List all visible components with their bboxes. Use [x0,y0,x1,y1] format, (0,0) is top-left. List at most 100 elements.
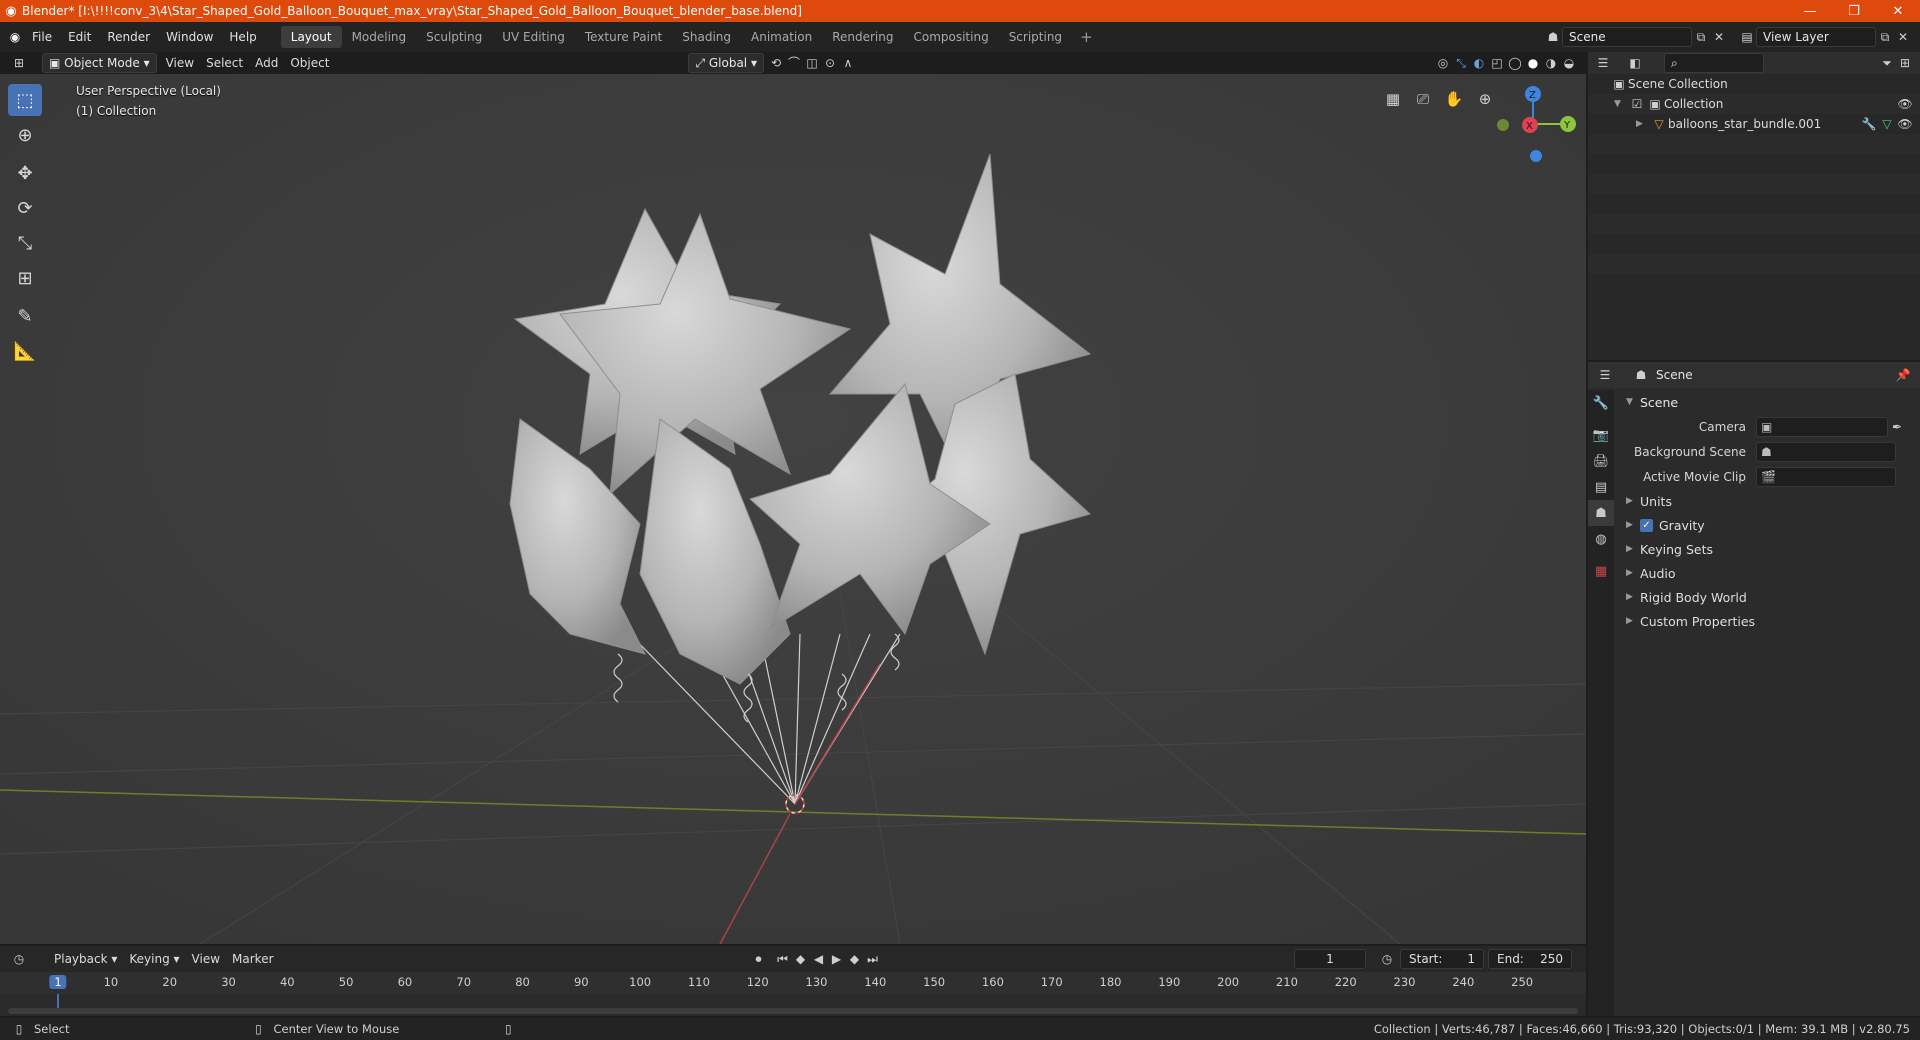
prev-keyframe-icon[interactable]: ◆ [792,950,810,968]
marker-menu[interactable]: Marker [226,949,279,969]
blender-menu-icon[interactable]: ◉ [6,28,24,46]
outliner-editor-type-icon[interactable]: ☰ [1594,54,1612,72]
restore-button[interactable]: ❐ [1832,4,1876,19]
world-tab-icon[interactable]: ◍ [1588,526,1614,552]
pan-hand-icon[interactable]: ✋ [1441,86,1467,112]
frame-ruler[interactable]: 1 10 20 30 40 50 60 70 80 90 100 110 120 130 140 150 160… [0,972,1586,994]
rigid-body-world-panel[interactable]: ▶ Rigid Body World [1616,585,1920,609]
record-icon[interactable]: ⏺ [750,950,768,968]
units-panel[interactable]: ▶ Units [1616,489,1920,513]
solid-shading-icon[interactable]: ● [1524,54,1542,72]
minimize-button[interactable]: — [1788,4,1832,19]
object-menu[interactable]: Object [284,53,335,73]
timeline-area[interactable]: 1 10 20 30 40 50 60 70 80 90 100 110 120 130 140 150 160… [0,972,1586,1016]
falloff-icon[interactable]: ∧ [839,54,857,72]
tab-rendering[interactable]: Rendering [822,26,903,48]
menu-help[interactable]: Help [221,26,264,48]
orientation-dropdown[interactable]: ⤢ Global ▾ [688,53,764,73]
gizmo-neg-z-axis[interactable] [1530,150,1542,162]
tab-animation[interactable]: Animation [741,26,822,48]
menu-edit[interactable]: Edit [60,26,99,48]
timeline-view-menu[interactable]: View [186,949,226,969]
outliner-search-input[interactable]: ⌕ [1664,53,1764,73]
rendered-shading-icon[interactable]: ◒ [1560,54,1578,72]
modifier-wrench-icon[interactable]: 🔧 [1860,115,1878,133]
view-layer-selector[interactable]: View Layer [1756,27,1876,47]
editor-type-icon[interactable]: ⊞ [10,54,28,72]
background-scene-field[interactable]: ☗ [1756,441,1896,462]
new-view-layer-icon[interactable]: ⧉ [1876,28,1894,46]
preview-range-icon[interactable]: ◷ [1378,950,1396,968]
keying-sets-panel[interactable]: ▶ Keying Sets [1616,537,1920,561]
eye-icon[interactable]: 👁 [1896,115,1914,133]
cursor-tool-icon[interactable]: ⊕ [8,119,42,151]
annotate-tool-icon[interactable]: ✎ [8,300,42,332]
gizmo-toggle-icon[interactable]: ⤡ [1452,54,1470,72]
outliner-row-collection[interactable]: ▼ ☑ ▣ Collection 👁 [1588,94,1920,114]
outliner-row-object[interactable]: ▶ ▽ balloons_star_bundle.001 🔧 ▽ 👁 [1588,114,1920,134]
scene-panel-header[interactable]: ▼ Scene [1616,390,1920,414]
next-keyframe-icon[interactable]: ◆ [846,950,864,968]
tab-texture-paint[interactable]: Texture Paint [575,26,672,48]
3d-viewport[interactable]: Y Z X User Perspective (Local) (1) Colle… [0,74,1586,944]
proportional-edit-icon[interactable]: ⊙ [821,54,839,72]
tool-tab-icon[interactable]: 🔧 [1588,390,1614,416]
close-button[interactable]: ✕ [1876,4,1920,19]
pivot-icon[interactable]: ⟲ [767,54,785,72]
camera-view-icon[interactable]: ⎚ [1410,86,1436,112]
add-workspace-button[interactable]: + [1072,28,1101,46]
scene-selector[interactable]: Scene [1562,27,1692,47]
tab-uv-editing[interactable]: UV Editing [492,26,575,48]
jump-end-icon[interactable]: ⏭ [864,950,882,968]
delete-view-layer-icon[interactable]: ✕ [1894,28,1912,46]
tab-sculpting[interactable]: Sculpting [416,26,492,48]
texture-tab-icon[interactable]: ▦ [1588,558,1614,584]
play-reverse-icon[interactable]: ◀ [810,950,828,968]
xray-icon[interactable]: ◰ [1488,54,1506,72]
wireframe-shading-icon[interactable]: ◯ [1506,54,1524,72]
start-frame-field[interactable]: Start: 1 [1400,949,1484,969]
select-box-tool-icon[interactable]: ⬚ [8,84,42,116]
snap-icon[interactable]: ⌒ [785,54,803,72]
material-shading-icon[interactable]: ◑ [1542,54,1560,72]
snap-target-icon[interactable]: ◫ [803,54,821,72]
tab-compositing[interactable]: Compositing [903,26,998,48]
new-scene-icon[interactable]: ⧉ [1692,28,1710,46]
scale-tool-icon[interactable]: ⤡ [8,227,42,259]
mesh-data-icon[interactable]: ▽ [1878,115,1896,133]
mode-dropdown[interactable]: ▣ Object Mode ▾ [42,53,157,73]
jump-start-icon[interactable]: ⏮ [774,950,792,968]
overlays-icon[interactable]: ◐ [1470,54,1488,72]
add-menu[interactable]: Add [249,53,284,73]
expand-arrow-icon[interactable]: ▶ [1636,119,1650,129]
eyedropper-icon[interactable]: ✒ [1888,418,1906,436]
playback-menu[interactable]: Playback ▾ [48,949,123,969]
render-tab-icon[interactable]: 📷 [1588,422,1614,448]
grid-view-icon[interactable]: ▦ [1380,86,1406,112]
custom-properties-panel[interactable]: ▶ Custom Properties [1616,609,1920,633]
properties-editor-type-icon[interactable]: ☰ [1596,366,1614,384]
view-menu[interactable]: View [160,53,200,73]
expand-arrow-icon[interactable]: ▼ [1614,99,1628,109]
timeline-editor-type-icon[interactable]: ◷ [10,950,28,968]
transform-tool-icon[interactable]: ⊞ [8,262,42,294]
new-collection-icon[interactable]: ⊞ [1896,54,1914,72]
menu-render[interactable]: Render [99,26,158,48]
measure-tool-icon[interactable]: 📐 [8,335,42,367]
end-frame-field[interactable]: End: 250 [1488,949,1572,969]
outliner-row-scene-collection[interactable]: ▣ Scene Collection [1588,74,1920,94]
audio-panel[interactable]: ▶ Audio [1616,561,1920,585]
play-icon[interactable]: ▶ [828,950,846,968]
tab-layout[interactable]: Layout [280,26,342,48]
gravity-checkbox[interactable]: ✓ [1640,518,1653,532]
active-movie-clip-field[interactable]: 🎬 [1756,466,1896,487]
menu-file[interactable]: File [24,26,60,48]
display-mode-icon[interactable]: ◧ [1626,54,1644,72]
keying-menu[interactable]: Keying ▾ [123,949,185,969]
include-checkbox-icon[interactable]: ☑ [1628,95,1646,113]
filter-icon[interactable]: ⏷ [1878,54,1896,72]
rotate-tool-icon[interactable]: ⟳ [8,192,42,224]
timeline-scrollbar[interactable] [8,1008,1578,1014]
tab-shading[interactable]: Shading [672,26,741,48]
visibility-icon[interactable]: ◎ [1434,54,1452,72]
